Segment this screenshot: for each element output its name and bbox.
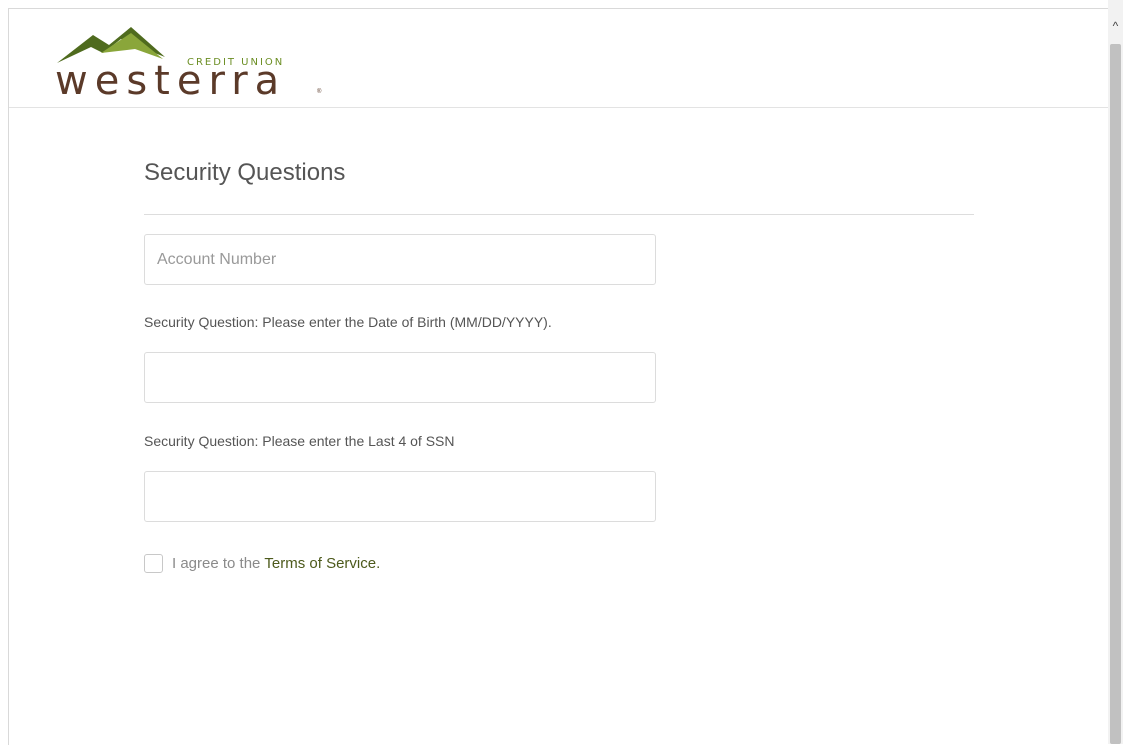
chevron-up-icon[interactable]: ^ [1108,18,1123,34]
terms-of-service-link[interactable]: Terms of Service. [264,555,380,572]
registered-mark: ® [317,89,322,95]
agree-text: I agree to the [172,554,261,572]
vertical-scrollbar[interactable]: ^ [1108,0,1123,744]
scrollbar-thumb[interactable] [1110,44,1121,744]
terms-agreement: I agree to the Terms of Service. [144,552,380,574]
ssn-question-label: Security Question: Please enter the Last… [144,433,455,449]
mountain-logo-icon [57,27,165,63]
title-divider [144,214,974,215]
page-title: Security Questions [144,159,346,186]
dob-answer-input[interactable] [144,352,656,403]
dob-question-label: Security Question: Please enter the Date… [144,314,552,330]
agree-checkbox[interactable] [144,553,163,573]
header: CREDIT UNION westerra ® [9,9,1109,108]
westerra-logo[interactable]: CREDIT UNION westerra ® [55,23,335,103]
ssn-answer-input[interactable] [144,471,656,522]
page-frame: CREDIT UNION westerra ® Security Questio… [8,8,1109,745]
account-number-input[interactable] [144,234,656,285]
logo-wordmark: westerra [55,58,287,104]
